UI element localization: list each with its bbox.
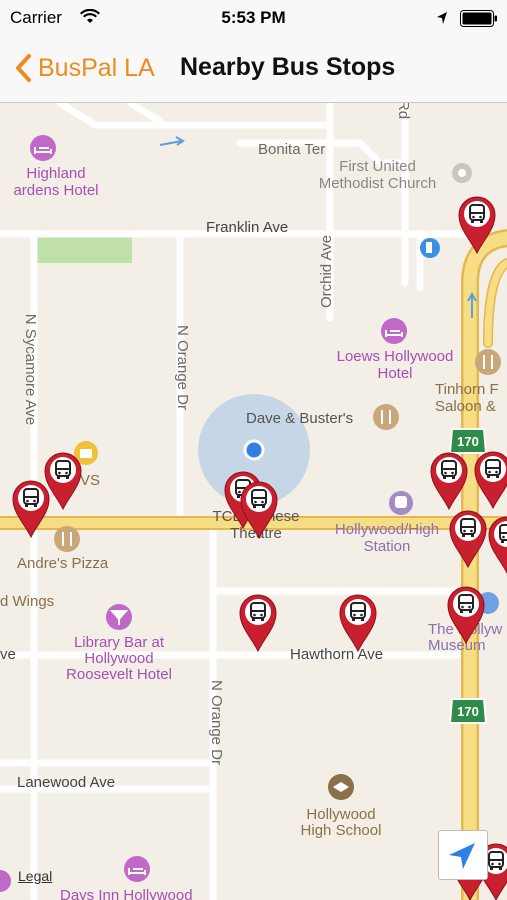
bus-stop-pins[interactable] [0, 103, 507, 900]
back-label: BusPal LA [38, 53, 155, 82]
navigation-bar: BusPal LA Nearby Bus Stops [0, 36, 507, 103]
back-button[interactable]: BusPal LA [14, 50, 155, 86]
locate-me-button[interactable] [438, 830, 488, 880]
bus-stop-pin[interactable] [458, 196, 496, 255]
bus-stop-pin[interactable] [12, 480, 50, 539]
page-title: Nearby Bus Stops [180, 53, 396, 81]
bus-stop-pin[interactable] [447, 586, 485, 645]
bus-stop-pin[interactable] [474, 451, 507, 510]
battery-icon [460, 10, 497, 27]
clock: 5:53 PM [221, 8, 286, 27]
bus-stop-pin[interactable] [449, 510, 487, 569]
chevron-left-icon [16, 54, 31, 82]
location-arrow-icon [437, 12, 447, 24]
location-arrow-icon [449, 843, 475, 869]
legal-link[interactable]: Legal [18, 868, 52, 884]
map-view[interactable]: Franklin Ave Bonita Ter Rd Orchid Ave N … [0, 103, 507, 900]
bus-stop-pin[interactable] [488, 516, 507, 575]
status-bar: Carrier 5:53 PM [0, 0, 507, 36]
bus-stop-pin[interactable] [430, 452, 468, 511]
bus-stop-pin[interactable] [239, 594, 277, 653]
bus-stop-pin[interactable] [339, 594, 377, 653]
bus-stop-pin[interactable] [240, 481, 278, 540]
bus-stop-pin[interactable] [44, 452, 82, 511]
